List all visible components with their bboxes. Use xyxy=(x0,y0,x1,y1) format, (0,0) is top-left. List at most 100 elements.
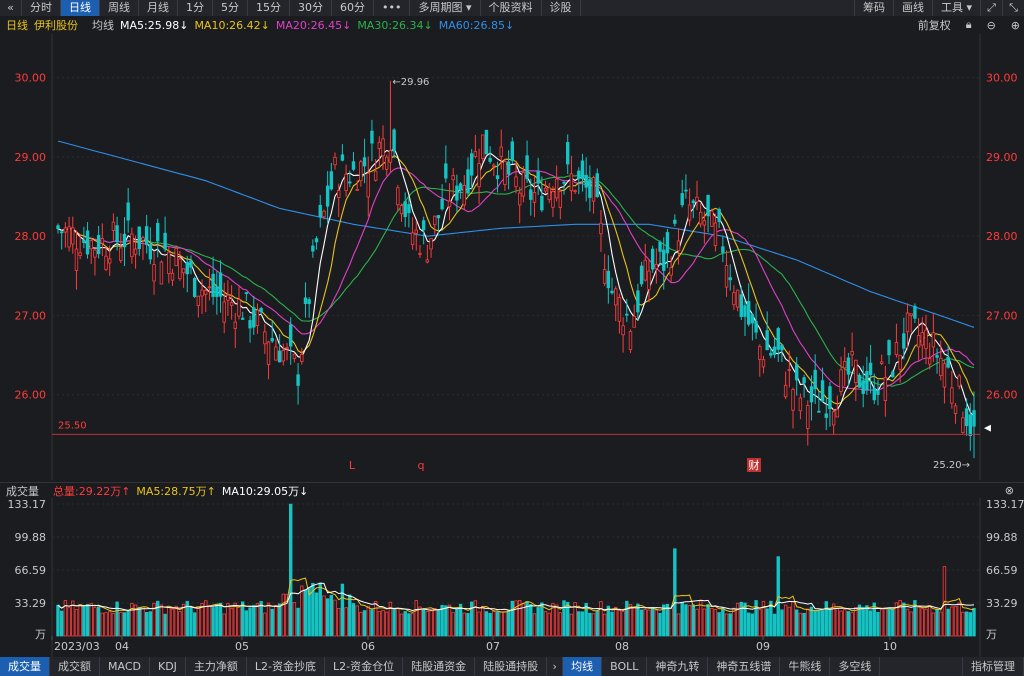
volume-bar xyxy=(950,606,954,637)
indicator-tab-4[interactable]: 主力净额 xyxy=(186,657,247,676)
period-tab-10[interactable]: 多周期图 ▾ xyxy=(410,0,481,16)
volume-bar xyxy=(791,601,795,637)
volume-bar xyxy=(721,607,725,637)
volume-bar xyxy=(189,607,193,637)
indicator-tab-8[interactable]: 陆股通持股 xyxy=(475,657,548,676)
indicator-tab-2[interactable]: MACD xyxy=(100,657,150,676)
candle-body xyxy=(499,146,503,157)
volume-chart[interactable]: 133.17 133.17 99.88 99.88 66.59 66.59 33.29 33.… xyxy=(0,498,1024,657)
candle-body xyxy=(802,377,806,384)
candle-body xyxy=(968,414,973,437)
candle-body xyxy=(333,156,337,166)
period-tab-0[interactable]: 分时 xyxy=(22,0,61,16)
toolbar-right-2[interactable]: 工具 ▾ xyxy=(931,0,980,16)
indicator-tab-3[interactable]: KDJ xyxy=(150,657,186,676)
candle-body xyxy=(373,170,378,181)
period-tab-1[interactable]: 日线 xyxy=(61,0,100,16)
indicator-tab-1[interactable]: 成交额 xyxy=(50,657,100,676)
volume-bar xyxy=(854,606,858,637)
period-tab-7[interactable]: 30分 xyxy=(290,0,332,16)
candle-body xyxy=(370,130,374,144)
candle-body xyxy=(691,200,695,204)
date-label: 04 xyxy=(115,640,129,653)
overlay-tab-0[interactable]: 均线 xyxy=(563,657,603,676)
period-tab-4[interactable]: 1分 xyxy=(178,0,213,16)
candle-body xyxy=(178,258,182,280)
indicator-tab-0[interactable]: 成交量 xyxy=(0,657,50,676)
volume-bar xyxy=(433,607,437,637)
period-tab-6[interactable]: 15分 xyxy=(248,0,290,16)
candlestick-chart[interactable]: 30.00 30.00 29.00 29.00 28.00 28.00 27.00 27.00… xyxy=(0,34,1024,480)
volume-bar xyxy=(292,602,297,637)
indicator-tab-7[interactable]: 陆股通资金 xyxy=(403,657,476,676)
tabs-arrow-icon[interactable]: › xyxy=(547,657,564,676)
volume-bar xyxy=(746,612,751,637)
volume-bar xyxy=(961,611,965,637)
candle-body xyxy=(174,248,178,267)
volume-bar xyxy=(650,607,655,637)
toolbar-right-1[interactable]: 画线 xyxy=(892,0,932,16)
period-label[interactable]: 日线 xyxy=(6,17,28,33)
adjust-label[interactable]: 前复权 xyxy=(918,17,951,33)
candle-body xyxy=(743,305,747,317)
volume-bar xyxy=(370,609,374,637)
volume-bar xyxy=(809,606,814,637)
volume-bar xyxy=(270,608,274,637)
toolbar-right-0[interactable]: 筹码 xyxy=(853,0,893,16)
collapse-icon[interactable]: « xyxy=(0,0,22,16)
volume-bar xyxy=(879,608,884,637)
period-tab-5[interactable]: 5分 xyxy=(213,0,248,16)
indicator-manage-button[interactable]: 指标管理 xyxy=(962,657,1024,676)
indicator-tab-5[interactable]: L2-资金抄底 xyxy=(247,657,326,676)
candle-body xyxy=(717,208,721,222)
volume-bar xyxy=(447,604,452,637)
candle-body xyxy=(558,190,563,208)
volume-bar xyxy=(639,609,644,637)
volume-bar xyxy=(617,610,622,637)
candle-body xyxy=(588,179,592,198)
zoom-out-icon[interactable]: ⊖ xyxy=(987,19,996,32)
candle-body xyxy=(566,142,570,165)
fullscreen-icon[interactable]: ⤢ xyxy=(980,0,1002,16)
candle-body xyxy=(724,265,729,288)
candle-body xyxy=(791,389,795,411)
volume-bar xyxy=(924,608,928,637)
candle-body xyxy=(599,222,603,235)
zoom-in-icon[interactable]: ⊕ xyxy=(1011,19,1020,32)
ma-label[interactable]: 均线 xyxy=(92,17,114,33)
candle-body xyxy=(270,338,274,342)
volume-bar xyxy=(414,600,418,637)
overlay-tab-2[interactable]: 神奇九转 xyxy=(647,657,709,676)
candle-body xyxy=(835,408,840,418)
volume-total: 总量:29.22万↑ xyxy=(53,484,131,498)
candle-body xyxy=(425,259,430,263)
volume-bar xyxy=(883,607,888,637)
candle-body xyxy=(876,390,880,395)
overlay-tab-4[interactable]: 牛熊线 xyxy=(780,657,831,676)
candle-body xyxy=(473,151,478,157)
indicator-tab-6[interactable]: L2-资金仓位 xyxy=(325,657,404,676)
overlay-tab-3[interactable]: 神奇五线谱 xyxy=(708,657,781,676)
volume-bar xyxy=(916,606,921,637)
period-tab-2[interactable]: 周线 xyxy=(100,0,139,16)
period-tab-12[interactable]: 诊股 xyxy=(542,0,581,16)
candle-body xyxy=(728,277,732,281)
overlay-tab-1[interactable]: BOLL xyxy=(602,657,648,676)
candle-body xyxy=(477,163,481,188)
candle-body xyxy=(252,307,256,328)
candle-body xyxy=(761,359,766,368)
period-tab-3[interactable]: 月线 xyxy=(139,0,178,16)
period-tab-8[interactable]: 60分 xyxy=(332,0,374,16)
price-pointer-icon: ◀ xyxy=(984,423,991,433)
period-tab-11[interactable]: 个股资料 xyxy=(481,0,542,16)
overlay-tab-5[interactable]: 多空线 xyxy=(830,657,881,676)
volume-bar xyxy=(481,605,485,637)
candle-body xyxy=(218,272,223,297)
candle-body xyxy=(665,232,670,254)
lock-icon[interactable]: 🔒︎ xyxy=(966,18,972,32)
volume-ma5-line xyxy=(57,577,975,613)
period-tab-9[interactable]: ••• xyxy=(374,0,411,16)
close-panel-icon[interactable]: ⊗ xyxy=(1005,484,1014,497)
price-tick-left: 26.00 xyxy=(15,389,47,402)
restore-icon[interactable]: ⤡ xyxy=(1002,0,1024,16)
